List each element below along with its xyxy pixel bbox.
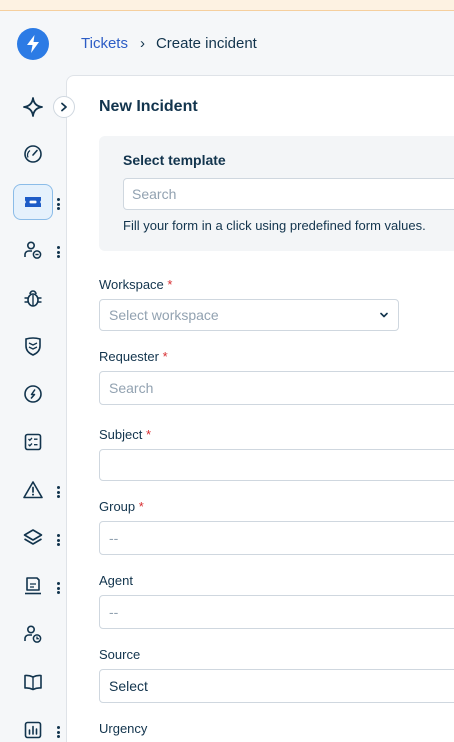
required-marker: * (138, 499, 144, 514)
sidebar-item-problems[interactable] (13, 280, 53, 316)
top-notification-banner (0, 0, 454, 11)
group-label: Group * (99, 499, 144, 514)
sidebar-item-solutions[interactable] (13, 664, 53, 700)
user-badge-icon (25, 577, 41, 595)
sidebar-item-alerts[interactable] (13, 472, 53, 508)
bug-icon (24, 290, 42, 307)
workspace-select[interactable]: Select workspace (99, 299, 399, 331)
sidebar-item-changes[interactable] (13, 232, 53, 268)
sidebar-item-tickets[interactable] (13, 184, 53, 220)
group-value: -- (109, 530, 119, 546)
source-value: Select (109, 678, 148, 694)
subject-input[interactable] (99, 449, 454, 481)
breadcrumb-separator: › (139, 35, 145, 52)
sidebar-item-dashboard[interactable] (13, 136, 53, 172)
source-select[interactable]: Select (99, 669, 454, 703)
sidebar-item-projects[interactable] (13, 376, 53, 412)
urgency-label: Urgency (99, 721, 148, 736)
template-search-placeholder: Search (132, 186, 177, 202)
template-selector: Select template Search Fill your form in… (99, 136, 454, 251)
bolt-icon (27, 35, 39, 53)
alerts-more-menu[interactable] (53, 484, 63, 500)
breadcrumb: Tickets › Create incident (81, 35, 257, 52)
sidebar-toggle-button[interactable] (53, 96, 75, 118)
contracts-more-menu[interactable] (53, 580, 63, 596)
ticket-icon (25, 197, 41, 207)
workspace-placeholder: Select workspace (109, 307, 219, 323)
workspace-label: Workspace * (99, 277, 173, 292)
source-label: Source (99, 647, 141, 662)
sidebar (0, 11, 66, 742)
changes-more-menu[interactable] (53, 244, 63, 260)
required-marker: * (146, 427, 152, 442)
incident-form-panel: New Incident Select template Search Fill… (66, 75, 454, 742)
chevron-right-icon (61, 102, 67, 112)
requester-label: Requester * (99, 349, 168, 364)
alert-triangle-icon (23, 481, 43, 499)
requester-search-input[interactable]: Search (99, 371, 454, 405)
agent-value: -- (109, 604, 119, 620)
breadcrumb-tickets-link[interactable]: Tickets (81, 35, 128, 52)
sparkle-icon (23, 97, 43, 117)
group-select[interactable]: -- (99, 521, 454, 555)
analytics-more-menu[interactable] (53, 724, 63, 740)
sidebar-item-contracts[interactable] (13, 568, 53, 604)
required-marker: * (162, 349, 168, 364)
shield-icon (25, 337, 41, 356)
requester-placeholder: Search (109, 380, 154, 396)
app-logo[interactable] (17, 28, 49, 60)
analytics-icon (24, 721, 42, 739)
breadcrumb-current: Create incident (155, 35, 257, 52)
book-icon (24, 674, 42, 691)
page-title: New Incident (99, 98, 198, 115)
page-header: Tickets › Create incident (66, 11, 454, 75)
checklist-icon (24, 433, 42, 451)
layers-icon (23, 529, 43, 545)
template-hint: Fill your form in a click using predefin… (123, 218, 426, 233)
user-changes-icon (24, 241, 42, 259)
tickets-more-menu[interactable] (53, 196, 63, 212)
assets-more-menu[interactable] (53, 532, 63, 548)
sidebar-item-analytics[interactable] (13, 712, 53, 742)
sidebar-item-oncall[interactable] (13, 616, 53, 652)
agent-select[interactable]: -- (99, 595, 454, 629)
sidebar-item-releases[interactable] (13, 328, 53, 364)
template-title: Select template (123, 152, 226, 168)
agent-label: Agent (99, 573, 133, 588)
subject-label: Subject * (99, 427, 152, 442)
template-search-input[interactable]: Search (123, 178, 454, 210)
compass-icon (24, 385, 42, 403)
chevron-down-icon (380, 312, 388, 318)
dashboard-gauge-icon (24, 145, 42, 163)
sidebar-item-assets[interactable] (13, 520, 53, 556)
required-marker: * (167, 277, 173, 292)
sidebar-item-tasks[interactable] (13, 424, 53, 460)
user-clock-icon (24, 625, 42, 643)
sidebar-item-freddy[interactable] (13, 89, 53, 125)
